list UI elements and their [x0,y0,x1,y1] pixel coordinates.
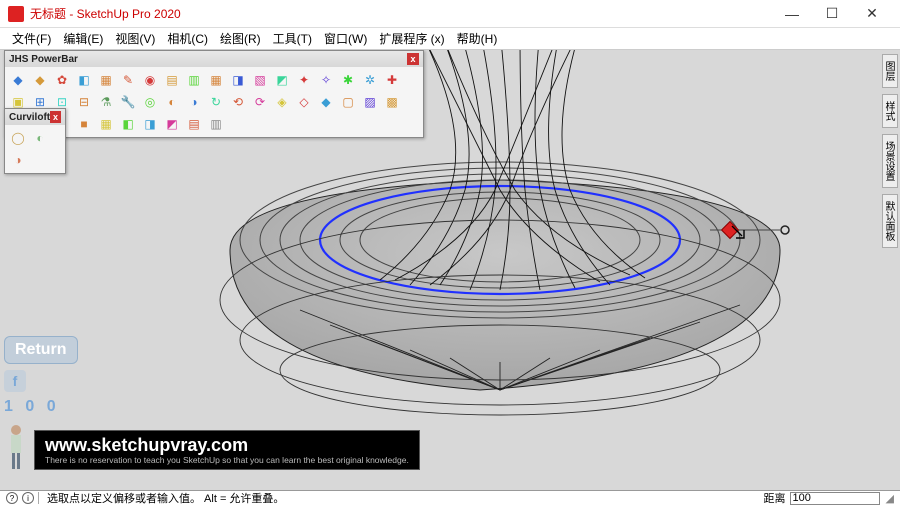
curviloft-tool-0[interactable]: ◯ [8,128,28,148]
facebook-icon: f [4,370,26,392]
watermark-url: www.sketchupvray.com [45,435,409,456]
powerbar-tool-29[interactable]: ⟳ [250,92,270,112]
powerbar-tool-1[interactable]: ◆ [30,70,50,90]
powerbar-tool-25[interactable]: ◐ [162,92,182,112]
measurement-field: 距离 [764,490,880,506]
powerbar-tool-24[interactable]: ◎ [140,92,160,112]
powerbar-tool-34[interactable]: ▨ [360,92,380,112]
menubar: 文件(F) 编辑(E) 视图(V) 相机(C) 绘图(R) 工具(T) 窗口(W… [0,28,900,50]
titlebar: 无标题 - SketchUp Pro 2020 — ☐ ✕ [0,0,900,28]
watermark: Return f 1 0 0 www.sketchupvray.com Ther… [4,336,420,470]
powerbar-tool-28[interactable]: ⟲ [228,92,248,112]
maximize-button[interactable]: ☐ [812,0,852,28]
powerbar-tool-16[interactable]: ✲ [360,70,380,90]
powerbar-tool-35[interactable]: ▩ [382,92,402,112]
powerbar-tool-15[interactable]: ✱ [338,70,358,90]
powerbar-tool-30[interactable]: ◈ [272,92,292,112]
menu-file[interactable]: 文件(F) [6,28,57,49]
watermark-subtitle: There is no reservation to teach you Ske… [45,456,409,465]
statusbar-icons: ? i [6,492,39,504]
powerbar-tool-41[interactable]: ◧ [118,114,138,134]
powerbar-tool-42[interactable]: ◨ [140,114,160,134]
powerbar-tool-10[interactable]: ◨ [228,70,248,90]
powerbar-tool-26[interactable]: ◑ [184,92,204,112]
powerbar-tool-12[interactable]: ◩ [272,70,292,90]
toolbar-body: ◯◐◑ [5,125,65,173]
powerbar-tool-8[interactable]: ▥ [184,70,204,90]
powerbar-tool-40[interactable]: ▦ [96,114,116,134]
powerbar-tool-9[interactable]: ▦ [206,70,226,90]
powerbar-tool-32[interactable]: ◆ [316,92,336,112]
statusbar: ? i 选取点以定义偏移或者输入值。 Alt = 允许重叠。 距离 ◢ [0,490,900,505]
close-button[interactable]: ✕ [852,0,892,28]
powerbar-tool-13[interactable]: ✦ [294,70,314,90]
curviloft-toolbar[interactable]: Curviloft x ◯◐◑ [4,108,66,174]
tray-tab-scenes[interactable]: 场景设置 [882,134,898,188]
right-tray-tabs: 图层 样式 场景设置 默认面板 [882,50,898,248]
tray-tab-styles[interactable]: 样式 [882,94,898,128]
window-title: 无标题 - SketchUp Pro 2020 [30,5,772,22]
powerbar-tool-5[interactable]: ✎ [118,70,138,90]
watermark-counter: 1 0 0 [4,398,420,416]
powerbar-tool-14[interactable]: ✧ [316,70,336,90]
powerbar-tool-2[interactable]: ✿ [52,70,72,90]
person-icon [4,424,28,470]
powerbar-tool-11[interactable]: ▧ [250,70,270,90]
powerbar-tool-6[interactable]: ◉ [140,70,160,90]
menu-window[interactable]: 窗口(W) [318,28,373,49]
powerbar-tool-44[interactable]: ▤ [184,114,204,134]
menu-view[interactable]: 视图(V) [109,28,161,49]
powerbar-tool-23[interactable]: 🔧 [118,92,138,112]
menu-extensions[interactable]: 扩展程序 (x) [373,28,450,49]
powerbar-tool-39[interactable]: ■ [74,114,94,134]
measurement-label: 距离 [764,490,786,506]
toolbar-close-icon[interactable]: x [50,111,61,123]
tray-tab-default[interactable]: 默认面板 [882,194,898,248]
toolbar-body: ◆◆✿◧▦✎◉▤▥▦◨▧◩✦✧✱✲✚▣⊞⊡⊟⚗🔧◎◐◑↻⟲⟳◈◇◆▢▨▩◫◪■■… [5,67,423,137]
curviloft-tool-1[interactable]: ◐ [30,128,50,148]
watermark-person: www.sketchupvray.com There is no reserva… [4,424,420,470]
toolbar-header[interactable]: Curviloft x [5,109,65,125]
workspace-viewport[interactable]: JHS PowerBar x ◆◆✿◧▦✎◉▤▥▦◨▧◩✦✧✱✲✚▣⊞⊡⊟⚗🔧◎… [0,50,900,490]
app-icon [8,6,24,22]
measurement-input[interactable] [790,492,880,505]
powerbar-tool-4[interactable]: ▦ [96,70,116,90]
toolbar-title: Curviloft [9,112,50,123]
powerbar-tool-31[interactable]: ◇ [294,92,314,112]
powerbar-tool-17[interactable]: ✚ [382,70,402,90]
toolbar-header[interactable]: JHS PowerBar x [5,51,423,67]
tray-tab-layers[interactable]: 图层 [882,54,898,88]
powerbar-tool-7[interactable]: ▤ [162,70,182,90]
powerbar-tool-21[interactable]: ⊟ [74,92,94,112]
curviloft-tool-2[interactable]: ◑ [8,150,28,170]
powerbar-tool-27[interactable]: ↻ [206,92,226,112]
toolbar-title: JHS PowerBar [9,54,78,65]
menu-draw[interactable]: 绘图(R) [214,28,267,49]
info-icon[interactable]: i [22,492,34,504]
window-controls: — ☐ ✕ [772,0,892,28]
resize-grip-icon[interactable]: ◢ [886,492,894,505]
statusbar-hint: 选取点以定义偏移或者输入值。 Alt = 允许重叠。 [47,490,764,506]
menu-tools[interactable]: 工具(T) [267,28,318,49]
help-icon[interactable]: ? [6,492,18,504]
menu-edit[interactable]: 编辑(E) [57,28,109,49]
menu-help[interactable]: 帮助(H) [451,28,504,49]
powerbar-tool-22[interactable]: ⚗ [96,92,116,112]
powerbar-tool-0[interactable]: ◆ [8,70,28,90]
powerbar-tool-33[interactable]: ▢ [338,92,358,112]
menu-camera[interactable]: 相机(C) [161,28,214,49]
jhs-powerbar-toolbar[interactable]: JHS PowerBar x ◆◆✿◧▦✎◉▤▥▦◨▧◩✦✧✱✲✚▣⊞⊡⊟⚗🔧◎… [4,50,424,138]
return-button[interactable]: Return [4,336,78,364]
powerbar-tool-43[interactable]: ◩ [162,114,182,134]
minimize-button[interactable]: — [772,0,812,28]
toolbar-close-icon[interactable]: x [407,53,419,65]
powerbar-tool-3[interactable]: ◧ [74,70,94,90]
powerbar-tool-45[interactable]: ▥ [206,114,226,134]
